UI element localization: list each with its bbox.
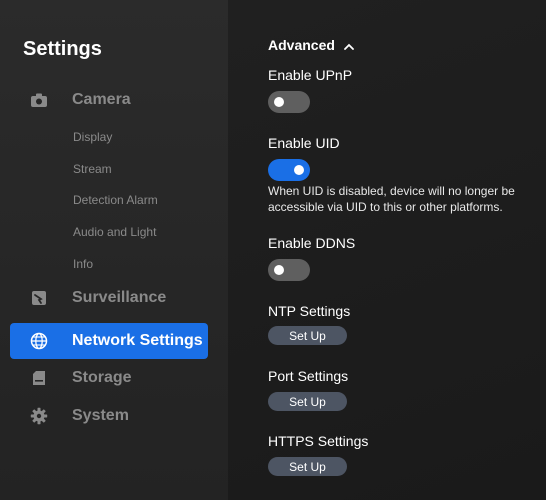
- ntp-settings-label: NTP Settings: [268, 303, 351, 319]
- settings-window: Settings Camera Display Stream Detection…: [0, 0, 546, 500]
- section-title: Advanced: [268, 37, 335, 53]
- sidebar-subitem-display[interactable]: Display: [73, 130, 112, 144]
- sidebar-item-system[interactable]: System: [10, 398, 208, 434]
- sd-card-icon: [30, 370, 48, 386]
- gear-icon: [30, 407, 48, 425]
- sidebar-item-surveillance[interactable]: Surveillance: [10, 280, 208, 316]
- sidebar-item-label: Surveillance: [72, 289, 167, 306]
- uid-help-text: When UID is disabled, device will no lon…: [268, 184, 515, 214]
- toggle-knob: [274, 97, 284, 107]
- surveillance-icon: [30, 290, 48, 306]
- sidebar-item-label: Camera: [72, 91, 131, 108]
- sidebar-subitem-audio-and-light[interactable]: Audio and Light: [73, 225, 156, 239]
- chevron-up-icon: [344, 37, 354, 53]
- sidebar-item-label: Storage: [72, 369, 132, 386]
- main-panel: Advanced Enable UPnP Enable UID When UID…: [228, 0, 546, 500]
- upnp-toggle[interactable]: [268, 91, 310, 113]
- globe-icon: [30, 332, 48, 350]
- https-setup-button[interactable]: Set Up: [268, 457, 347, 476]
- sidebar-item-label: Network Settings: [72, 332, 203, 349]
- uid-label: Enable UID: [268, 135, 340, 151]
- sidebar-item-label: System: [72, 407, 129, 424]
- camera-icon: [30, 92, 48, 108]
- port-settings-label: Port Settings: [268, 368, 349, 384]
- toggle-knob: [294, 165, 304, 175]
- ddns-label: Enable DDNS: [268, 235, 356, 251]
- ntp-setup-button[interactable]: Set Up: [268, 326, 347, 345]
- port-setup-button[interactable]: Set Up: [268, 392, 347, 411]
- sidebar-item-storage[interactable]: Storage: [10, 360, 208, 396]
- sidebar-subitem-detection-alarm[interactable]: Detection Alarm: [73, 193, 158, 207]
- sidebar-title: Settings: [23, 38, 102, 60]
- toggle-knob: [274, 265, 284, 275]
- sidebar: Settings Camera Display Stream Detection…: [0, 0, 228, 500]
- upnp-label: Enable UPnP: [268, 67, 353, 83]
- sidebar-item-network-settings[interactable]: Network Settings: [10, 323, 208, 359]
- sidebar-subitem-info[interactable]: Info: [73, 257, 93, 271]
- uid-toggle[interactable]: [268, 159, 310, 181]
- sidebar-item-camera[interactable]: Camera: [10, 82, 208, 118]
- https-settings-label: HTTPS Settings: [268, 433, 369, 449]
- advanced-section-header[interactable]: Advanced: [268, 37, 354, 53]
- ddns-toggle[interactable]: [268, 259, 310, 281]
- sidebar-subitem-stream[interactable]: Stream: [73, 162, 112, 176]
